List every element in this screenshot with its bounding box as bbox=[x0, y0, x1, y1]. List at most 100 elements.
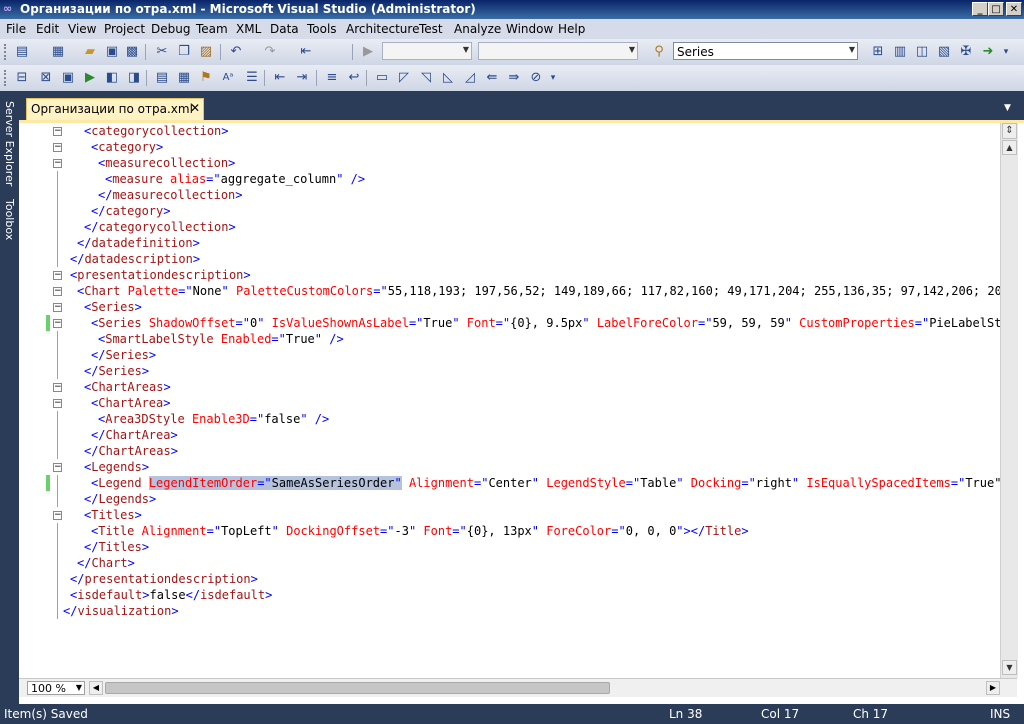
chevron-down-icon[interactable]: ▼ bbox=[1004, 103, 1011, 113]
menu-edit[interactable]: Edit bbox=[36, 22, 59, 36]
wrap-icon[interactable]: ↩ bbox=[346, 70, 362, 86]
find-combo[interactable]: Series ▼ bbox=[673, 42, 858, 60]
code-line[interactable]: </categorycollection> bbox=[84, 219, 236, 235]
decrease-indent-icon[interactable]: ⇤ bbox=[272, 70, 288, 86]
horizontal-scrollbar[interactable]: 100 % ▼ ◀ ▶ bbox=[19, 678, 1017, 697]
code-line[interactable]: <ChartArea> bbox=[91, 395, 171, 411]
prev-bookmark-doc-icon[interactable]: ⇚ bbox=[484, 70, 500, 86]
next-bookmark-folder-icon[interactable]: ◿ bbox=[462, 70, 478, 86]
object-browser-icon[interactable]: ◫ bbox=[914, 44, 930, 60]
toolbox-tab[interactable]: Toolbox bbox=[0, 199, 19, 269]
collapse-icon[interactable]: − bbox=[53, 143, 62, 152]
code-line[interactable]: <presentationdescription> bbox=[70, 267, 251, 283]
collapse-icon[interactable]: − bbox=[53, 271, 62, 280]
collapse-icon[interactable]: − bbox=[53, 383, 62, 392]
menu-project[interactable]: Project bbox=[104, 22, 145, 36]
minimize-button[interactable]: _ bbox=[972, 2, 988, 16]
outline-icon[interactable]: ☰ bbox=[244, 70, 260, 86]
paste-icon[interactable]: ▨ bbox=[198, 44, 214, 60]
toolbar-options-icon[interactable]: ▾ bbox=[548, 70, 558, 86]
code-line[interactable]: <isdefault>false</isdefault> bbox=[70, 587, 272, 603]
code-line[interactable]: <Title Alignment="TopLeft" DockingOffset… bbox=[91, 523, 749, 539]
collapse-icon[interactable]: − bbox=[53, 463, 62, 472]
code-line[interactable]: </Series> bbox=[91, 347, 156, 363]
code-line[interactable]: </measurecollection> bbox=[98, 187, 243, 203]
menu-test[interactable]: Test bbox=[419, 22, 443, 36]
find-in-files-icon[interactable]: ⚲ bbox=[651, 44, 667, 60]
add-item-icon[interactable]: ▦ bbox=[50, 44, 66, 60]
code-line[interactable]: <Series> bbox=[84, 299, 142, 315]
menu-architecture[interactable]: Architecture bbox=[346, 22, 419, 36]
code-line[interactable]: </presentationdescription> bbox=[70, 571, 258, 587]
menu-team[interactable]: Team bbox=[196, 22, 228, 36]
undo-icon[interactable]: ↶ bbox=[228, 44, 244, 60]
code-line[interactable]: </visualization> bbox=[63, 603, 179, 619]
comment-icon[interactable]: ▤ bbox=[154, 70, 170, 86]
clear-bookmarks-icon[interactable]: ⊘ bbox=[528, 70, 544, 86]
toolbox-icon[interactable]: ▧ bbox=[936, 44, 952, 60]
start-page-icon[interactable]: ➜ bbox=[980, 44, 996, 60]
code-line[interactable]: <Titles> bbox=[84, 507, 142, 523]
code-line[interactable]: <measure alias="aggregate_column" /> bbox=[105, 171, 365, 187]
copy-icon[interactable]: ❐ bbox=[176, 44, 192, 60]
menu-analyze[interactable]: Analyze bbox=[454, 22, 501, 36]
vertical-scrollbar[interactable]: ⇕ ▲ ▼ bbox=[1000, 123, 1018, 678]
prev-bookmark-icon[interactable]: ◸ bbox=[396, 70, 412, 86]
code-line[interactable]: <SmartLabelStyle Enabled="True" /> bbox=[98, 331, 344, 347]
font-icon[interactable]: Aᵃ bbox=[220, 70, 236, 86]
menu-view[interactable]: View bbox=[68, 22, 96, 36]
split-handle-icon[interactable]: ⇕ bbox=[1002, 123, 1017, 139]
align-icon[interactable]: ≡ bbox=[324, 70, 340, 86]
collapse-icon[interactable]: − bbox=[53, 399, 62, 408]
next-bookmark-icon[interactable]: ◹ bbox=[418, 70, 434, 86]
create-schema-icon[interactable]: ▣ bbox=[60, 70, 76, 86]
menu-file[interactable]: File bbox=[6, 22, 26, 36]
collapse-icon[interactable]: − bbox=[53, 127, 62, 136]
code-line[interactable]: <category> bbox=[91, 139, 163, 155]
horizontal-scroll-thumb[interactable] bbox=[105, 682, 610, 694]
save-all-icon[interactable]: ▩ bbox=[124, 44, 140, 60]
prev-bookmark-folder-icon[interactable]: ◺ bbox=[440, 70, 456, 86]
toggle-bookmark-icon[interactable]: ▭ bbox=[374, 70, 390, 86]
tools-icon[interactable]: ✠ bbox=[958, 44, 974, 60]
scroll-right-icon[interactable]: ▶ bbox=[986, 681, 1000, 695]
collapse-icon[interactable]: − bbox=[53, 319, 62, 328]
code-line[interactable]: </ChartArea> bbox=[91, 427, 178, 443]
menu-data[interactable]: Data bbox=[270, 22, 299, 36]
scroll-up-icon[interactable]: ▲ bbox=[1002, 140, 1017, 155]
menu-tools[interactable]: Tools bbox=[307, 22, 337, 36]
code-area[interactable]: <categorycollection> <category> <measureco… bbox=[63, 123, 1000, 678]
code-line[interactable]: </Series> bbox=[84, 363, 149, 379]
menu-help[interactable]: Help bbox=[558, 22, 585, 36]
open-file-icon[interactable]: ▰ bbox=[82, 44, 98, 60]
code-line[interactable]: <Legend LegendItemOrder="SameAsSeriesOrd… bbox=[91, 475, 1000, 491]
code-line[interactable]: </Legends> bbox=[84, 491, 156, 507]
close-button[interactable]: ✕ bbox=[1006, 2, 1022, 16]
validate-icon[interactable]: ◨ bbox=[126, 70, 142, 86]
code-line[interactable]: </Titles> bbox=[84, 539, 149, 555]
code-line[interactable]: </Chart> bbox=[77, 555, 135, 571]
code-line[interactable]: <measurecollection> bbox=[98, 155, 235, 171]
code-line[interactable]: </datadefinition> bbox=[77, 235, 200, 251]
tab-document[interactable]: Организации по отра.xml ✕ bbox=[26, 98, 204, 120]
collapse-icon[interactable]: − bbox=[53, 159, 62, 168]
scroll-left-icon[interactable]: ◀ bbox=[89, 681, 103, 695]
cut-icon[interactable]: ✂ bbox=[154, 44, 170, 60]
start-debugging-icon[interactable]: ▶ bbox=[360, 44, 376, 60]
schema-icon[interactable]: ⊠ bbox=[38, 70, 54, 86]
server-explorer-tab[interactable]: Server Explorer bbox=[0, 95, 19, 193]
menu-xml[interactable]: XML bbox=[236, 22, 261, 36]
collapse-icon[interactable]: − bbox=[53, 287, 62, 296]
debug-xslt-icon[interactable]: ▶ bbox=[82, 70, 98, 86]
code-line[interactable]: </ChartAreas> bbox=[84, 443, 178, 459]
increase-indent-icon[interactable]: ⇥ bbox=[294, 70, 310, 86]
show-xslt-output-icon[interactable]: ◧ bbox=[104, 70, 120, 86]
maximize-button[interactable]: □ bbox=[988, 2, 1004, 16]
properties-window-icon[interactable]: ▥ bbox=[892, 44, 908, 60]
xslt-icon[interactable]: ⊟ bbox=[14, 70, 30, 86]
close-icon[interactable]: ✕ bbox=[190, 101, 200, 115]
code-line[interactable]: <Area3DStyle Enable3D="false" /> bbox=[98, 411, 329, 427]
code-line[interactable]: <categorycollection> bbox=[84, 123, 229, 139]
new-project-icon[interactable]: ▤ bbox=[14, 44, 30, 60]
solution-configuration-combo[interactable]: ▼ bbox=[382, 42, 472, 60]
